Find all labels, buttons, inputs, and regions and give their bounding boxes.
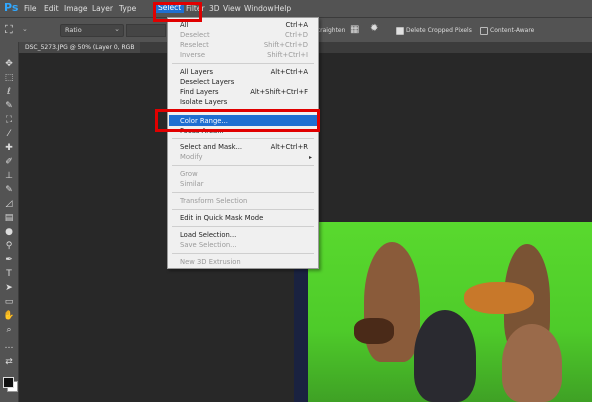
path-select-icon[interactable]: ➤ [2,282,16,294]
menu-item-isolate-layers[interactable]: Isolate Layers [180,98,227,106]
healing-brush-icon[interactable]: ✚ [2,142,16,154]
pen-icon[interactable]: ✒ [2,254,16,266]
menu-separator [172,165,314,166]
guitar [464,282,534,314]
menu-view[interactable]: View [223,4,241,13]
menu-separator [172,253,314,254]
quick-select-icon[interactable]: ✎ [2,100,16,112]
hand-icon[interactable]: ✋ [2,310,16,322]
foreground-color-swatch[interactable] [3,377,14,388]
menu-item-inverse[interactable]: Inverse [180,51,205,59]
menu-3d[interactable]: 3D [209,4,220,13]
eraser-icon[interactable]: ◿ [2,198,16,210]
content-aware-label: Content-Aware [490,27,535,34]
type-icon[interactable]: T [2,268,16,280]
menu-item-save-selection[interactable]: Save Selection... [180,241,237,249]
menu-bar: Ps File Edit Image Layer Type Select Fil… [0,0,592,17]
tools-panel: ✥ ⬚ ℓ ✎ ⛶ ⁄ ✚ ✐ ⊥ ✎ ◿ ▤ ● ⚲ ✒ T ➤ ▭ ✋ ⌕ … [0,42,19,402]
chevron-down-icon: ⌄ [114,25,120,33]
swap-colors-icon[interactable]: ⇄ [2,356,16,368]
document-tab[interactable]: DSC_5273.JPG @ 50% (Layer 0, RGB [19,42,141,53]
content-aware-checkbox[interactable] [480,27,488,35]
canvas-image[interactable] [294,222,592,402]
menu-item-select-and-mask[interactable]: Select and Mask... [180,143,242,151]
menu-separator [172,226,314,227]
shortcut-deselect: Ctrl+D [284,31,308,39]
history-brush-icon[interactable]: ✎ [2,184,16,196]
eyedropper-icon[interactable]: ⁄ [2,128,16,140]
menu-window[interactable]: Window [244,4,274,13]
blur-icon[interactable]: ● [2,226,16,238]
ukulele [354,318,394,344]
menu-item-find-layers[interactable]: Find Layers [180,88,219,96]
menu-item-reselect[interactable]: Reselect [180,41,209,49]
shortcut-select-and-mask: Alt+Ctrl+R [270,143,308,151]
marquee-icon[interactable]: ⬚ [2,72,16,84]
photoshop-window: Ps File Edit Image Layer Type Select Fil… [0,0,592,402]
rectangle-icon[interactable]: ▭ [2,296,16,308]
grid-overlay-icon[interactable]: ▦ [350,24,359,35]
shortcut-reselect: Shift+Ctrl+D [263,41,308,49]
menu-image[interactable]: Image [64,4,88,13]
menu-separator [172,63,314,64]
ratio-width-input[interactable] [126,24,166,37]
menu-item-deselect-layers[interactable]: Deselect Layers [180,78,234,86]
delete-cropped-label: Delete Cropped Pixels [406,27,472,34]
menu-item-new-3d-extrusion[interactable]: New 3D Extrusion [180,258,241,266]
menu-item-load-selection[interactable]: Load Selection... [180,231,236,239]
person-figure [502,324,562,402]
select-menu: All Ctrl+A Deselect Ctrl+D Reselect Shif… [167,17,319,269]
brush-icon[interactable]: ✐ [2,156,16,168]
chevron-down-icon[interactable]: ⌄ [22,25,28,33]
shortcut-find-layers: Alt+Shift+Ctrl+F [250,88,308,96]
menu-edit[interactable]: Edit [44,4,59,13]
gradient-icon[interactable]: ▤ [2,212,16,224]
menu-item-deselect[interactable]: Deselect [180,31,210,39]
crop-icon[interactable]: ⛶ [5,23,13,37]
menu-separator [172,192,314,193]
menu-separator [172,209,314,210]
menu-item-similar[interactable]: Similar [180,180,204,188]
clone-stamp-icon[interactable]: ⊥ [2,170,16,182]
dodge-icon[interactable]: ⚲ [2,240,16,252]
ratio-label: Ratio [65,26,82,34]
move-icon[interactable]: ✥ [2,58,16,70]
menu-separator [172,138,314,139]
crop-icon[interactable]: ⛶ [2,114,16,126]
menu-item-transform-selection[interactable]: Transform Selection [180,197,247,205]
menu-help[interactable]: Help [274,4,291,13]
menu-item-quick-mask[interactable]: Edit in Quick Mask Mode [180,214,263,222]
menu-type[interactable]: Type [119,4,136,13]
shortcut-all: Ctrl+A [285,21,308,29]
menu-file[interactable]: File [24,4,37,13]
zoom-icon[interactable]: ⌕ [2,324,16,336]
ratio-dropdown[interactable]: Ratio ⌄ [60,24,124,37]
photoshop-logo: Ps [4,1,19,14]
delete-cropped-checkbox[interactable] [396,27,404,35]
menu-item-modify[interactable]: Modify [180,153,203,161]
menu-item-all-layers[interactable]: All Layers [180,68,213,76]
menu-item-grow[interactable]: Grow [180,170,198,178]
person-figure [414,310,476,402]
menu-item-all[interactable]: All [180,21,188,29]
lasso-icon[interactable]: ℓ [2,86,16,98]
annotation-box-select-menu [153,2,202,22]
gear-icon[interactable]: ✹ [370,23,378,34]
submenu-arrow-icon: ▸ [308,154,312,161]
menu-layer[interactable]: Layer [92,4,113,13]
shortcut-inverse: Shift+Ctrl+I [267,51,308,59]
more-icon[interactable]: … [2,340,16,352]
shortcut-all-layers: Alt+Ctrl+A [270,68,308,76]
person-figure [364,242,420,362]
annotation-box-color-range [155,109,320,132]
document-tab-title: DSC_5273.JPG @ 50% (Layer 0, RGB [25,44,135,51]
